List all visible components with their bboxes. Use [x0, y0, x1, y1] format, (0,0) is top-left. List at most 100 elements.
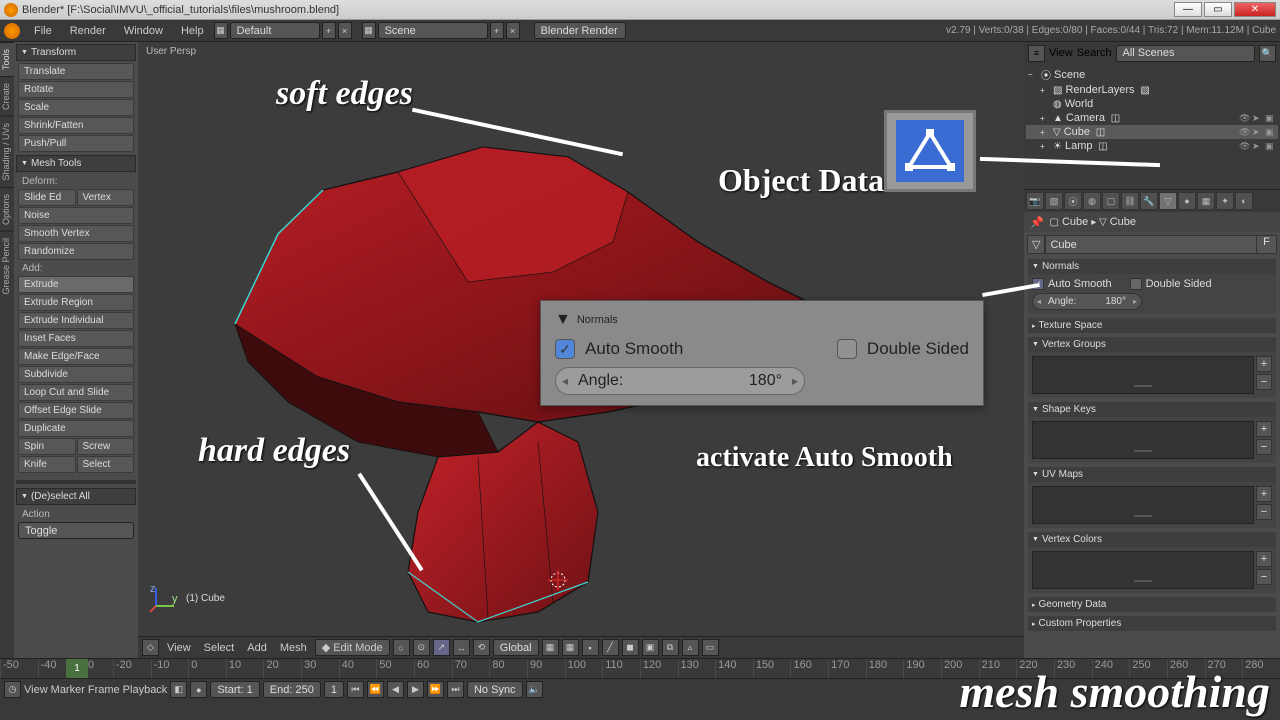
angle-slider[interactable]: ◂Angle:180°▸ — [1032, 293, 1142, 310]
prop-tab-object-data[interactable]: ▽ — [1159, 192, 1177, 210]
custom-properties-panel[interactable]: Custom Properties — [1028, 616, 1276, 631]
tree-renderlayers[interactable]: +▧ RenderLayers ▧ — [1026, 83, 1278, 97]
tab-shading-uvs[interactable]: Shading / UVs — [0, 116, 14, 187]
offset-edge-slide-button[interactable]: Offset Edge Slide — [18, 402, 134, 419]
tl-frame-menu[interactable]: Frame — [88, 684, 120, 696]
translate-button[interactable]: Translate — [18, 63, 134, 80]
vc-remove-button[interactable]: − — [1256, 569, 1272, 585]
tl-marker-menu[interactable]: Marker — [51, 684, 85, 696]
minimize-button[interactable]: — — [1174, 2, 1202, 17]
push-pull-button[interactable]: Push/Pull — [18, 135, 134, 152]
extrude-region-button[interactable]: Extrude Region — [18, 294, 134, 311]
action-toggle-dropdown[interactable]: Toggle — [18, 522, 134, 539]
vg-add-button[interactable]: + — [1256, 356, 1272, 372]
mesh-menu[interactable]: Mesh — [275, 640, 312, 656]
extrude-button[interactable]: Extrude — [18, 276, 134, 293]
outliner-view-menu[interactable]: View — [1049, 47, 1073, 59]
shrink-fatten-button[interactable]: Shrink/Fatten — [18, 117, 134, 134]
vertex-groups-panel[interactable]: Vertex Groups — [1028, 337, 1276, 352]
duplicate-button[interactable]: Duplicate — [18, 420, 134, 437]
scene-dropdown[interactable]: Scene — [378, 22, 488, 39]
play-icon[interactable]: ▶ — [407, 681, 424, 698]
mesh-icon[interactable]: ▽ — [1027, 235, 1045, 254]
layout-add-button[interactable]: + — [322, 22, 336, 39]
prop-tab-material[interactable]: ● — [1178, 192, 1196, 210]
auto-keying-icon[interactable]: ● — [190, 681, 207, 698]
occlude-icon[interactable]: ▣ — [642, 639, 659, 656]
prop-tab-modifiers[interactable]: 🔧 — [1140, 192, 1158, 210]
tab-create[interactable]: Create — [0, 76, 14, 116]
shape-keys-list[interactable] — [1032, 421, 1254, 459]
tab-grease-pencil[interactable]: Grease Pencil — [0, 231, 14, 301]
tree-lamp[interactable]: +☀ Lamp ◫👁➤▣ — [1026, 139, 1278, 153]
manipulator-rotate-icon[interactable]: ⟲ — [473, 639, 490, 656]
extrude-individual-button[interactable]: Extrude Individual — [18, 312, 134, 329]
screw-button[interactable]: Screw — [77, 438, 135, 455]
vc-add-button[interactable]: + — [1256, 551, 1272, 567]
panel-transform[interactable]: Transform — [16, 44, 136, 61]
uv-maps-panel[interactable]: UV Maps — [1028, 467, 1276, 482]
maximize-button[interactable]: ▭ — [1204, 2, 1232, 17]
end-frame-field[interactable]: End: 250 — [263, 681, 321, 698]
tab-tools[interactable]: Tools — [0, 42, 14, 76]
knife-select-button[interactable]: Select — [77, 456, 135, 473]
tl-view-menu[interactable]: View — [24, 684, 48, 696]
rotate-button[interactable]: Rotate — [18, 81, 134, 98]
popout-angle-slider[interactable]: ◂Angle:180°▸ — [555, 367, 805, 395]
prop-tab-physics[interactable]: ◐ — [1235, 192, 1253, 210]
smooth-vertex-button[interactable]: Smooth Vertex — [18, 225, 134, 242]
uv-maps-list[interactable] — [1032, 486, 1254, 524]
shading-icon[interactable]: ○ — [393, 639, 410, 656]
randomize-button[interactable]: Randomize — [18, 243, 134, 260]
panel-deselect-all[interactable]: (De)select All — [16, 488, 136, 505]
layout-dropdown[interactable]: Default — [230, 22, 320, 39]
tl-playback-menu[interactable]: Playback — [123, 684, 168, 696]
tree-camera[interactable]: +▲ Camera ◫👁➤▣ — [1026, 111, 1278, 125]
layout-browse-icon[interactable]: ▦ — [214, 22, 228, 39]
shape-keys-panel[interactable]: Shape Keys — [1028, 402, 1276, 417]
noise-button[interactable]: Noise — [18, 207, 134, 224]
scale-button[interactable]: Scale — [18, 99, 134, 116]
popout-auto-smooth-checkbox[interactable]: ✓ — [555, 339, 575, 359]
select-face-icon[interactable]: ◼ — [622, 639, 639, 656]
fake-user-button[interactable]: F — [1257, 235, 1277, 254]
subdivide-button[interactable]: Subdivide — [18, 366, 134, 383]
tree-cube[interactable]: +▽ Cube ◫👁➤▣ — [1026, 125, 1278, 139]
outliner-editor-icon[interactable]: ≡ — [1028, 45, 1045, 62]
menu-help[interactable]: Help — [173, 23, 212, 39]
popout-double-sided-checkbox[interactable] — [837, 339, 857, 359]
tree-world[interactable]: ◍ World — [1026, 97, 1278, 111]
pin-icon[interactable]: 📌 — [1030, 216, 1044, 229]
prop-tab-texture[interactable]: ▦ — [1197, 192, 1215, 210]
sk-remove-button[interactable]: − — [1256, 439, 1272, 455]
slide-vertex-button[interactable]: Vertex — [77, 189, 135, 206]
menu-render[interactable]: Render — [62, 23, 114, 39]
speaker-icon[interactable]: 🔈 — [526, 681, 543, 698]
knife-button[interactable]: Knife — [18, 456, 76, 473]
normals-panel-header[interactable]: Normals — [1028, 259, 1276, 274]
prop-tab-scene[interactable]: ⦿ — [1064, 192, 1082, 210]
prop-tab-constraints[interactable]: ⛓ — [1121, 192, 1139, 210]
scene-add-button[interactable]: + — [490, 22, 504, 39]
vg-remove-button[interactable]: − — [1256, 374, 1272, 390]
inset-faces-button[interactable]: Inset Faces — [18, 330, 134, 347]
prop-tab-object[interactable]: ▢ — [1102, 192, 1120, 210]
orientation-dropdown[interactable]: Global — [493, 639, 539, 656]
layers-2-icon[interactable]: ▦ — [562, 639, 579, 656]
add-menu[interactable]: Add — [242, 640, 272, 656]
scene-browse-icon[interactable]: ▦ — [362, 22, 376, 39]
texture-space-panel[interactable]: Texture Space — [1028, 318, 1276, 333]
mesh-name-input[interactable] — [1045, 235, 1257, 254]
play-reverse-icon[interactable]: ◀ — [387, 681, 404, 698]
snap-icon[interactable]: ⧉ — [662, 639, 679, 656]
loop-cut-button[interactable]: Loop Cut and Slide — [18, 384, 134, 401]
render-preview-icon[interactable]: ▭ — [702, 639, 719, 656]
current-frame-field[interactable]: 1 — [324, 681, 344, 698]
start-frame-field[interactable]: Start: 1 — [210, 681, 259, 698]
manipulator-translate-icon[interactable]: ↔ — [453, 639, 470, 656]
layout-remove-button[interactable]: × — [338, 22, 352, 39]
menu-window[interactable]: Window — [116, 23, 171, 39]
outliner-search-menu[interactable]: Search — [1077, 47, 1112, 59]
timeline-cursor[interactable]: 1 — [66, 659, 88, 678]
manipulator-icon[interactable]: ↗ — [433, 639, 450, 656]
